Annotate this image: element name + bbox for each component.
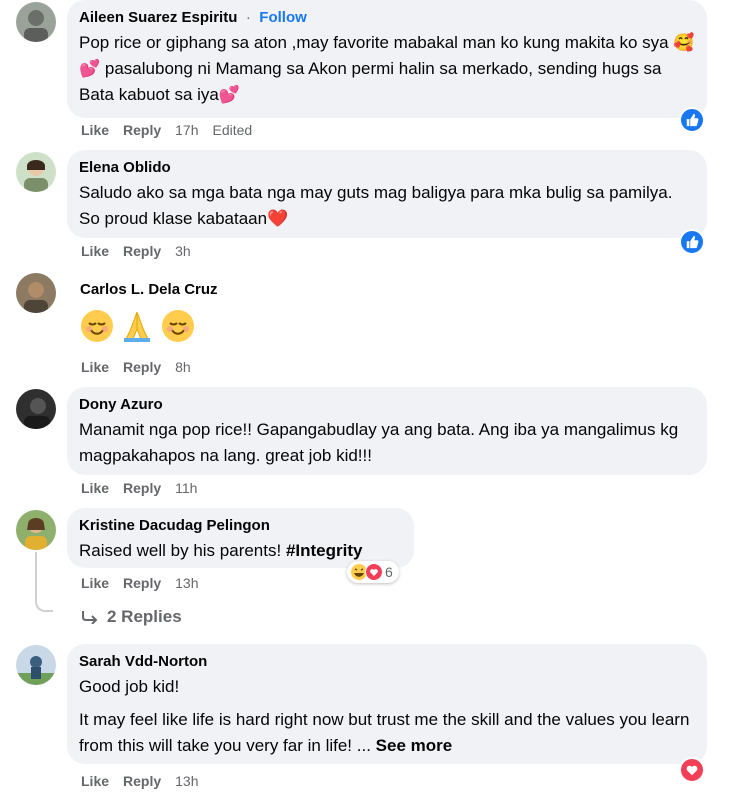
comment-text: Manamit nga pop rice!! Gapangabudlay ya … <box>79 420 679 465</box>
reaction-summary[interactable]: 6 <box>347 561 399 583</box>
commenter-name[interactable]: Sarah Vdd-Norton <box>79 653 207 670</box>
smiling-relieved-emoji-icon <box>81 310 113 342</box>
comment-bubble: Kristine Dacudag Pelingon Raised well by… <box>67 508 414 568</box>
comment-bubble: Aileen Suarez Espiritu · Follow Pop rice… <box>67 0 707 118</box>
smiling-relieved-emoji-icon <box>161 310 194 342</box>
like-link[interactable]: Like <box>81 575 109 591</box>
thumbs-up-icon <box>686 113 699 127</box>
reply-arrow-icon <box>82 611 98 624</box>
like-link[interactable]: Like <box>81 243 109 259</box>
comment-actions: Like Reply 13h <box>81 575 199 591</box>
separator-dot: · <box>245 9 251 26</box>
commenter-name[interactable]: Carlos L. Dela Cruz <box>80 281 218 298</box>
love-reaction-icon <box>365 563 383 581</box>
commenter-name[interactable]: Kristine Dacudag Pelingon <box>79 517 270 534</box>
timestamp[interactable]: 13h <box>175 575 198 591</box>
comment-actions: Like Reply 3h <box>81 243 191 259</box>
reply-link[interactable]: Reply <box>123 480 161 496</box>
comment-text: Pop rice or giphang sa aton ,may favorit… <box>79 33 695 104</box>
avatar[interactable] <box>16 645 56 685</box>
reply-link[interactable]: Reply <box>123 122 161 138</box>
hashtag-link[interactable]: #Integrity <box>286 541 363 560</box>
like-link[interactable]: Like <box>81 122 109 138</box>
love-reaction-badge[interactable] <box>679 757 705 783</box>
comment-text-body: It may feel like life is hard right now … <box>79 707 695 759</box>
emoji-comment <box>80 309 197 343</box>
avatar[interactable] <box>16 2 56 42</box>
avatar[interactable] <box>16 510 56 550</box>
reaction-count: 6 <box>385 564 393 580</box>
reply-link[interactable]: Reply <box>123 773 161 789</box>
commenter-name[interactable]: Elena Oblido <box>79 159 171 176</box>
like-link[interactable]: Like <box>81 359 109 375</box>
commenter-name[interactable]: Aileen Suarez Espiritu <box>79 9 237 26</box>
like-reaction-badge[interactable] <box>679 107 705 133</box>
comment-bubble: Dony Azuro Manamit nga pop rice!! Gapang… <box>67 387 707 475</box>
comment-text: Saludo ako sa mga bata nga may guts mag … <box>79 183 673 228</box>
replies-label: 2 Replies <box>107 607 182 626</box>
comment-bubble: Elena Oblido Saludo ako sa mga bata nga … <box>67 150 707 238</box>
comment-actions: Like Reply 17h Edited <box>81 122 252 138</box>
comment-actions: Like Reply 8h <box>81 359 191 375</box>
reply-link[interactable]: Reply <box>123 575 161 591</box>
timestamp[interactable]: 11h <box>175 480 197 496</box>
comment-text: Good job kid! It may feel like life is h… <box>79 674 695 759</box>
reply-link[interactable]: Reply <box>123 243 161 259</box>
praying-hands-emoji-icon <box>124 311 151 342</box>
timestamp[interactable]: 13h <box>175 773 198 789</box>
like-link[interactable]: Like <box>81 480 109 496</box>
comment-actions: Like Reply 13h <box>81 773 199 789</box>
timestamp[interactable]: 17h <box>175 122 198 138</box>
comment-text-line: Good job kid! <box>79 677 180 696</box>
reply-link[interactable]: Reply <box>123 359 161 375</box>
see-more-link[interactable]: See more <box>376 736 453 755</box>
comment-text-prefix: Raised well by his parents! <box>79 541 286 560</box>
view-replies-button[interactable]: 2 Replies <box>81 607 182 627</box>
comment-bubble: Sarah Vdd-Norton Good job kid! It may fe… <box>67 644 707 764</box>
like-reaction-badge[interactable] <box>679 229 705 255</box>
avatar[interactable] <box>16 273 56 313</box>
timestamp[interactable]: 8h <box>175 359 191 375</box>
timestamp[interactable]: 3h <box>175 243 191 259</box>
avatar[interactable] <box>16 152 56 192</box>
commenter-name[interactable]: Dony Azuro <box>79 396 163 413</box>
reply-thread-line <box>35 552 53 612</box>
follow-button[interactable]: Follow <box>259 9 307 26</box>
avatar[interactable] <box>16 389 56 429</box>
thumbs-up-icon <box>686 235 699 249</box>
edited-label: Edited <box>212 122 253 138</box>
comment-actions: Like Reply 11h <box>81 480 197 496</box>
like-link[interactable]: Like <box>81 773 109 789</box>
heart-icon <box>686 765 698 776</box>
comment-text: Raised well by his parents! #Integrity <box>79 538 402 564</box>
